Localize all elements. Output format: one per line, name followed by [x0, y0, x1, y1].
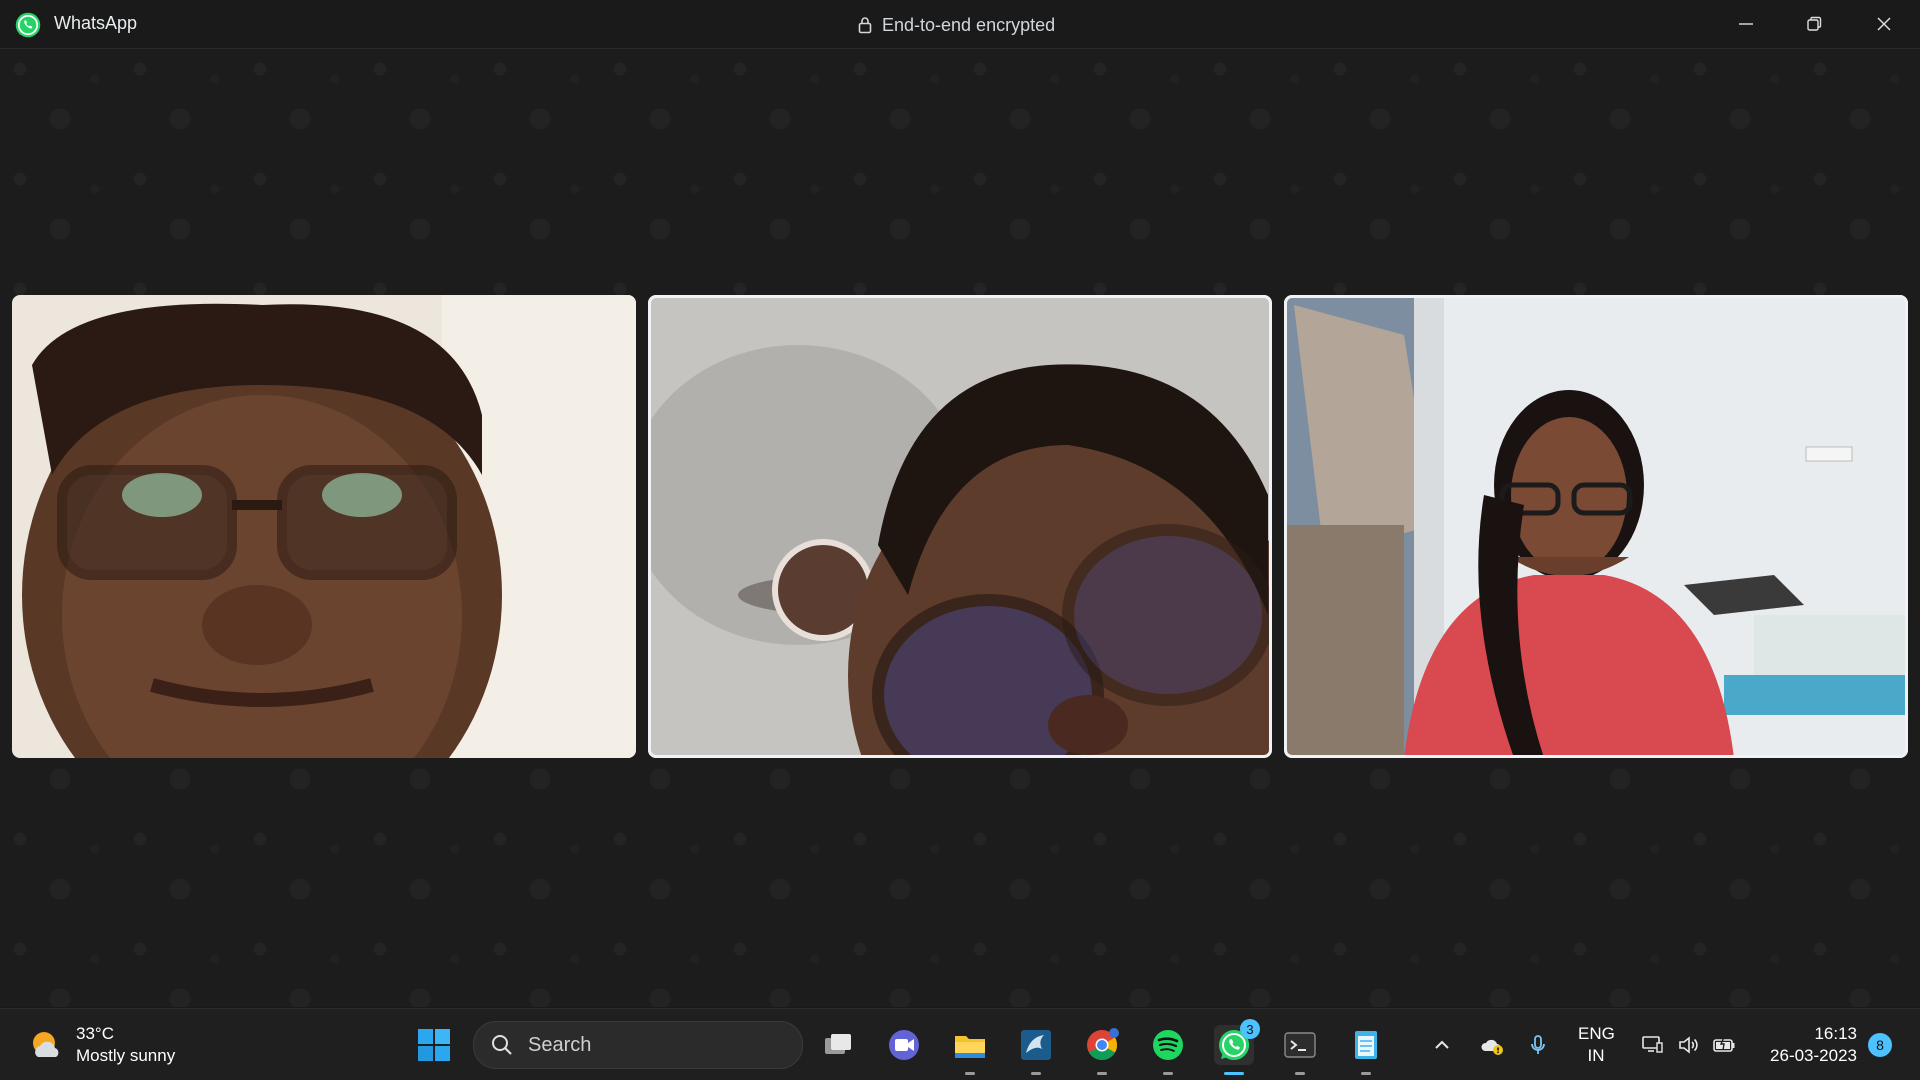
taskbar: 33°C Mostly sunny Search 3 ENG IN 16:13 … [0, 1008, 1920, 1080]
running-indicator [965, 1072, 975, 1075]
whatsapp-logo-icon [15, 12, 41, 38]
running-indicator [1361, 1072, 1371, 1075]
active-indicator [1224, 1072, 1244, 1075]
participant-tile-1[interactable] [12, 295, 636, 758]
minimize-button[interactable] [1712, 0, 1780, 48]
clock-time: 16:13 [1814, 1024, 1857, 1043]
start-button[interactable] [414, 1025, 454, 1065]
speaker-icon [1679, 1036, 1698, 1054]
teams-chat-button[interactable] [884, 1025, 924, 1065]
chevron-up-icon [1435, 1040, 1449, 1049]
microphone-icon [1531, 1035, 1545, 1054]
spotify-icon [1153, 1030, 1183, 1060]
keyboard-region: IN [1587, 1046, 1605, 1065]
notepad-icon [1355, 1031, 1377, 1059]
mysql-workbench-button[interactable] [1016, 1025, 1056, 1075]
chrome-button[interactable] [1082, 1025, 1122, 1075]
dolphin-icon [1021, 1030, 1051, 1060]
participant-2-video [648, 295, 1272, 758]
search-label: Search [528, 1033, 592, 1056]
cloud-warning-icon [1481, 1039, 1503, 1055]
windows-logo-icon [418, 1029, 450, 1061]
weather-condition: Mostly sunny [76, 1046, 176, 1065]
network-button[interactable] [1638, 1031, 1666, 1059]
participant-tile-2[interactable] [648, 295, 1272, 758]
weather-widget[interactable]: 33°C Mostly sunny [28, 1023, 175, 1067]
folder-icon [955, 1036, 985, 1058]
encryption-label: End-to-end encrypted [882, 14, 1056, 35]
close-button[interactable] [1850, 0, 1918, 48]
notification-count-badge[interactable]: 8 [1868, 1033, 1892, 1057]
language-code: ENG [1578, 1024, 1615, 1043]
terminal-button[interactable] [1280, 1025, 1320, 1075]
language-indicator[interactable]: ENG IN [1578, 1023, 1615, 1067]
task-view-icon [825, 1034, 851, 1054]
running-indicator [1031, 1072, 1041, 1075]
participant-tile-3[interactable] [1284, 295, 1908, 758]
battery-charging-icon [1713, 1036, 1735, 1052]
minimize-icon [1739, 23, 1753, 25]
call-video-area [0, 49, 1920, 1007]
clock-date: 26-03-2023 [1770, 1046, 1857, 1065]
task-view-button[interactable] [818, 1025, 858, 1065]
running-indicator [1295, 1072, 1305, 1075]
spotify-button[interactable] [1148, 1025, 1188, 1075]
terminal-icon [1284, 1032, 1316, 1058]
lock-icon [858, 17, 872, 34]
taskbar-search[interactable]: Search [473, 1021, 803, 1069]
running-indicator [1097, 1072, 1107, 1075]
microphone-button[interactable] [1524, 1031, 1552, 1059]
whatsapp-window: WhatsApp End-to-end encrypted 33°C Mostl… [0, 0, 1920, 1080]
whatsapp-unread-badge: 3 [1240, 1019, 1260, 1039]
sun-cloud-icon [33, 1032, 59, 1057]
title-bar: WhatsApp End-to-end encrypted [0, 0, 1920, 49]
restore-icon [1807, 16, 1822, 31]
clock[interactable]: 16:13 26-03-2023 [1755, 1023, 1857, 1067]
restore-button[interactable] [1780, 0, 1848, 48]
notepad-button[interactable] [1346, 1025, 1386, 1075]
participant-3-video [1284, 295, 1908, 758]
teams-icon [889, 1030, 919, 1060]
file-explorer-button[interactable] [950, 1025, 990, 1075]
search-icon [492, 1035, 512, 1055]
whatsapp-taskbar-button[interactable]: 3 [1214, 1019, 1260, 1075]
network-icon [1642, 1036, 1663, 1053]
chrome-icon [1087, 1028, 1119, 1061]
weather-temperature: 33°C [76, 1024, 114, 1043]
onedrive-status-button[interactable] [1478, 1031, 1506, 1059]
volume-button[interactable] [1674, 1031, 1702, 1059]
battery-button[interactable] [1710, 1031, 1738, 1059]
show-hidden-icons-button[interactable] [1428, 1031, 1456, 1059]
close-icon [1877, 17, 1891, 31]
encryption-status: End-to-end encrypted [858, 13, 1055, 37]
app-title: WhatsApp [54, 13, 138, 33]
participant-1-video [12, 295, 636, 758]
running-indicator [1163, 1072, 1173, 1075]
